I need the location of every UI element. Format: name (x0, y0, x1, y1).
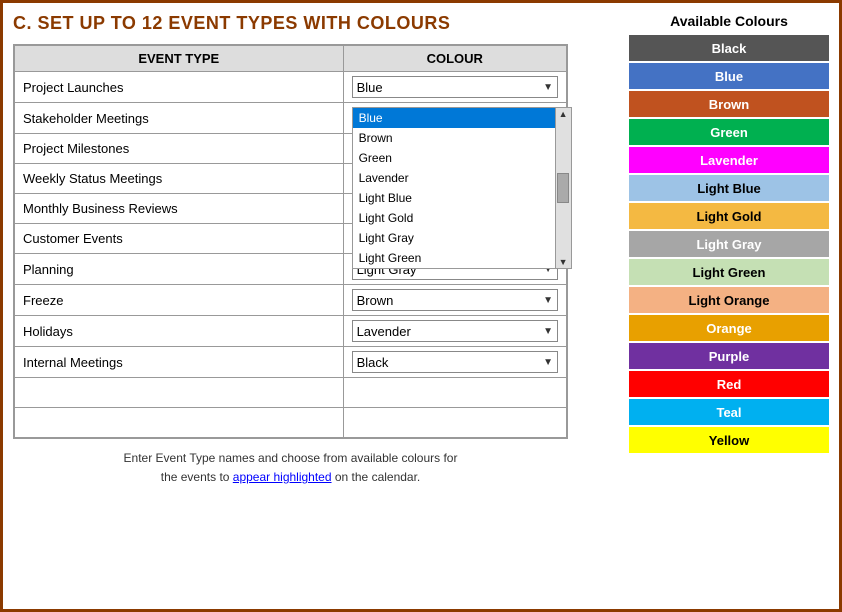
footer-text: Enter Event Type names and choose from a… (13, 449, 568, 487)
colour-swatch: Light Blue (629, 175, 829, 201)
event-type-cell: Holidays (15, 316, 344, 347)
dropdown-item[interactable]: Lavender (353, 168, 555, 188)
colour-swatch: Purple (629, 343, 829, 369)
colour-swatch: Light Gray (629, 231, 829, 257)
colour-swatch: Light Orange (629, 287, 829, 313)
colour-dropdown-display[interactable]: Brown▼ (352, 289, 558, 311)
dropdown-item[interactable]: Green (353, 148, 555, 168)
dropdown-item[interactable]: Brown (353, 128, 555, 148)
event-type-cell: Planning (15, 254, 344, 285)
available-colours-panel: Available Colours BlackBlueBrownGreenLav… (629, 13, 829, 599)
event-type-cell: Stakeholder Meetings (15, 103, 344, 134)
col-header-colour: COLOUR (343, 46, 566, 72)
colour-swatch: Red (629, 371, 829, 397)
event-type-cell: Project Launches (15, 72, 344, 103)
dropdown-item[interactable]: Light Gray (353, 228, 555, 248)
colour-dropdown-display[interactable]: Blue▼ (352, 76, 558, 98)
table-row: Stakeholder Meetings Blue▼BlueBrownGreenL… (15, 103, 567, 134)
footer-link: appear highlighted (233, 470, 332, 484)
colour-swatch: Light Gold (629, 203, 829, 229)
colour-swatch: Green (629, 119, 829, 145)
table-row: Holidays Lavender▼ (15, 316, 567, 347)
event-table-wrapper: EVENT TYPE COLOUR Project LaunchesBlue▼S… (13, 44, 568, 439)
dropdown-item[interactable]: Light Blue (353, 188, 555, 208)
table-row: Freeze Brown▼ (15, 285, 567, 316)
table-row (15, 378, 567, 408)
available-colours-title: Available Colours (629, 13, 829, 29)
colour-cell (343, 378, 566, 408)
colour-cell: Blue▼BlueBrownGreenLavenderLight BlueLig… (343, 103, 566, 134)
colour-swatch: Light Green (629, 259, 829, 285)
colour-swatch: Lavender (629, 147, 829, 173)
dropdown-item[interactable]: Light Green (353, 248, 555, 268)
event-type-cell: Weekly Status Meetings (15, 164, 344, 194)
event-type-cell (15, 408, 344, 438)
table-row: Internal Meetings Black▼ (15, 347, 567, 378)
colour-swatch: Teal (629, 399, 829, 425)
colour-dropdown-display[interactable]: Black▼ (352, 351, 558, 373)
dropdown-item[interactable]: Light Gold (353, 208, 555, 228)
footer-line2-post: on the calendar. (332, 470, 421, 484)
table-row: Project Launches Blue▼ (15, 72, 567, 103)
footer-line2-pre: the events to (161, 470, 233, 484)
col-header-event: EVENT TYPE (15, 46, 344, 72)
event-type-cell: Monthly Business Reviews (15, 194, 344, 224)
table-row (15, 408, 567, 438)
colour-cell: Brown▼ (343, 285, 566, 316)
colour-cell: Blue▼ (343, 72, 566, 103)
dropdown-open: BlueBrownGreenLavenderLight BlueLight Go… (352, 107, 572, 269)
event-type-cell: Project Milestones (15, 134, 344, 164)
colour-cell: Black▼ (343, 347, 566, 378)
dropdown-item[interactable]: Blue (353, 108, 555, 128)
footer-line1: Enter Event Type names and choose from a… (124, 451, 458, 465)
colour-swatch: Blue (629, 63, 829, 89)
colour-dropdown-display[interactable]: Lavender▼ (352, 320, 558, 342)
colour-list: BlackBlueBrownGreenLavenderLight BlueLig… (629, 35, 829, 453)
event-type-cell: Freeze (15, 285, 344, 316)
scroll-thumb[interactable] (557, 173, 569, 203)
page-title: C. SET UP TO 12 EVENT TYPES WITH COLOURS (13, 13, 614, 34)
colour-swatch: Yellow (629, 427, 829, 453)
event-type-cell: Internal Meetings (15, 347, 344, 378)
colour-swatch: Black (629, 35, 829, 61)
dropdown-container[interactable]: Blue▼BlueBrownGreenLavenderLight BlueLig… (352, 107, 558, 129)
colour-cell: Lavender▼ (343, 316, 566, 347)
event-type-cell: Customer Events (15, 224, 344, 254)
colour-cell (343, 408, 566, 438)
scroll-down-arrow[interactable]: ▼ (559, 257, 568, 267)
colour-swatch: Orange (629, 315, 829, 341)
colour-swatch: Brown (629, 91, 829, 117)
scroll-up-arrow[interactable]: ▲ (559, 109, 568, 119)
event-type-cell (15, 378, 344, 408)
event-table: EVENT TYPE COLOUR Project LaunchesBlue▼S… (14, 45, 567, 438)
